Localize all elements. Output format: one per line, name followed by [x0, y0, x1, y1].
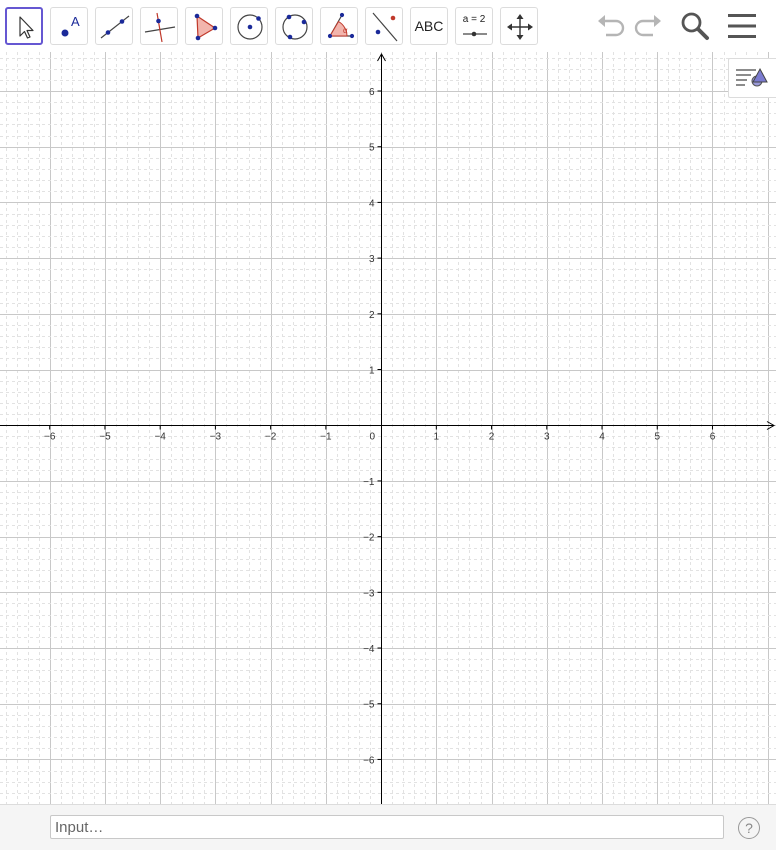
graphics-view[interactable]: −6 −5 −4 −3 −2 −1 0 1 2 3 4 5 6 6 5 4 3 2 1 −1 −2 −3 −4 −5 −6 [0, 52, 776, 804]
y-tick-label: 1 [369, 366, 375, 377]
search-button[interactable] [678, 9, 712, 43]
x-tick-label: 1 [434, 432, 440, 443]
y-tick-label: 3 [369, 254, 375, 265]
y-tick-label: −1 [363, 477, 375, 488]
y-tick-label: −5 [363, 700, 375, 711]
redo-icon [631, 15, 665, 46]
reflect-tool-button[interactable] [365, 7, 403, 45]
x-tick-label: −3 [210, 432, 222, 443]
x-tick-label: 2 [489, 432, 495, 443]
x-tick-label: −4 [154, 432, 166, 443]
search-icon [678, 12, 712, 46]
move-tool-button[interactable] [5, 7, 43, 45]
perpendicular-tool-button[interactable] [140, 7, 178, 45]
y-tick-label: 5 [369, 143, 375, 154]
line-tool-button[interactable] [95, 7, 133, 45]
x-tick-label: −2 [265, 432, 277, 443]
y-tick-label: −3 [363, 588, 375, 599]
slider-tool-button[interactable]: a = 2 [455, 7, 493, 45]
y-tick-label: −6 [363, 755, 375, 766]
y-tick-label: −4 [363, 644, 375, 655]
y-tick-label: 4 [369, 198, 375, 209]
angle-tool-glyph: α [343, 26, 348, 35]
input-bar: ? [0, 804, 776, 850]
y-tick-label: 2 [369, 310, 375, 321]
angle-tool-button[interactable]: α [320, 7, 358, 45]
main-menu-button[interactable] [725, 9, 759, 43]
x-tick-label: 6 [710, 432, 716, 443]
coordinate-grid: −6 −5 −4 −3 −2 −1 0 1 2 3 4 5 6 6 5 4 3 2 1 −1 −2 −3 −4 −5 −6 [0, 52, 776, 804]
point-tool-button[interactable]: A [50, 7, 88, 45]
style-bar-toggle-button[interactable] [728, 58, 776, 98]
y-tick-label: −2 [363, 533, 375, 544]
algebra-input-field[interactable] [50, 815, 724, 839]
undo-icon [594, 15, 628, 46]
x-tick-label: −6 [44, 432, 56, 443]
x-tick-label: 0 [370, 432, 376, 443]
input-help-button[interactable]: ? [738, 817, 760, 839]
toolbar: A α ABC a = 2 [0, 0, 776, 52]
text-icon: ABC [414, 18, 444, 34]
text-tool-button[interactable]: ABC [410, 7, 448, 45]
x-tick-label: −1 [320, 432, 332, 443]
x-tick-label: −5 [99, 432, 111, 443]
x-tick-label: 4 [599, 432, 605, 443]
point-tool-glyph: A [71, 14, 80, 29]
redo-button[interactable] [631, 9, 665, 43]
x-tick-label: 5 [654, 432, 660, 443]
circle-three-points-tool-button[interactable] [275, 7, 313, 45]
y-tick-label: 6 [369, 87, 375, 98]
move-graphics-tool-button[interactable] [500, 7, 538, 45]
polygon-tool-button[interactable] [185, 7, 223, 45]
x-tick-label: 3 [544, 432, 550, 443]
undo-button[interactable] [594, 9, 628, 43]
circle-tool-button[interactable] [230, 7, 268, 45]
menu-icon [725, 14, 759, 46]
